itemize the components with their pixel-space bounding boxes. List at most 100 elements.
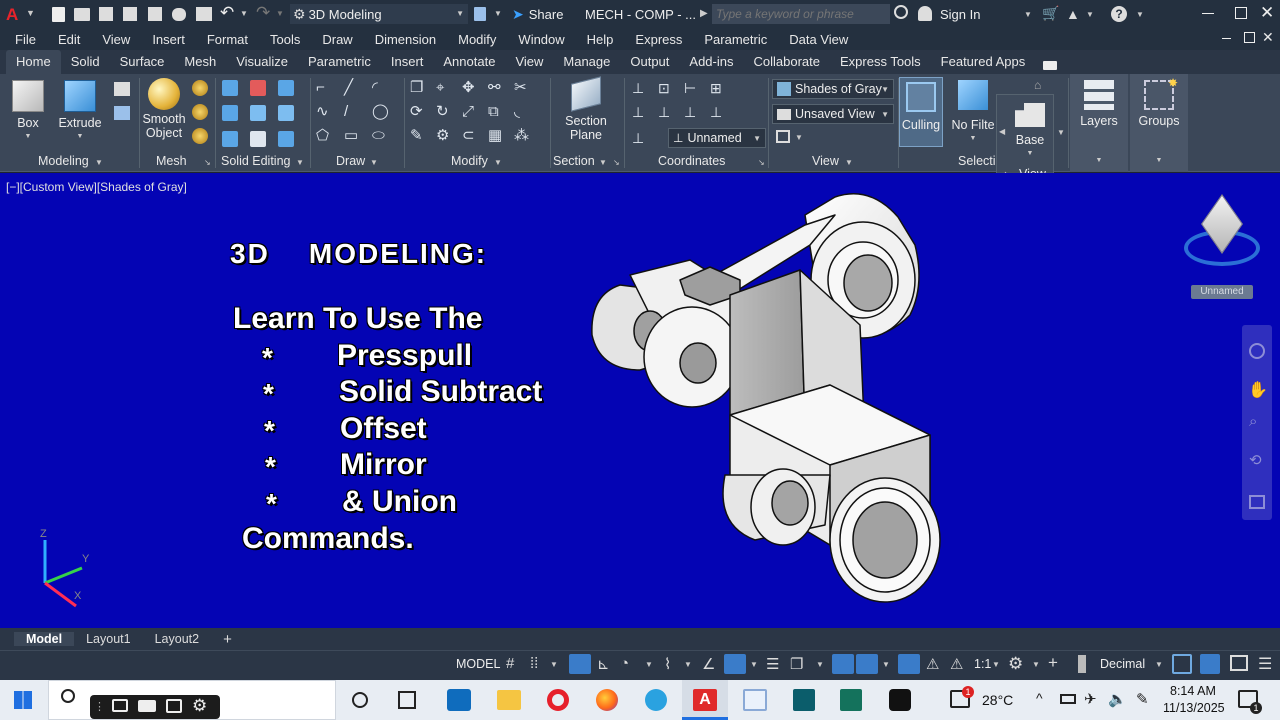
search-icon[interactable] [894,5,908,19]
thicken-icon[interactable] [278,105,294,122]
annotation-scale-value[interactable]: 1:1 [974,657,991,671]
selection-panel-label[interactable]: Selecti [958,154,996,168]
workspace-gear-icon[interactable]: ⚙ [1008,654,1023,674]
polysolid-icon[interactable] [114,82,130,96]
mesh-panel-label[interactable]: Mesh [156,154,187,168]
minimize-icon[interactable] [1202,13,1214,14]
windows-start-icon[interactable] [14,691,32,709]
settings-gear-icon[interactable]: ⚙ [192,696,207,716]
autodesk-app-icon[interactable]: ▲ [1066,6,1080,22]
saved-view-dropdown[interactable]: Unsaved View ▼ [772,104,894,124]
viewcube-ucs-menu[interactable]: Unnamed [1191,285,1253,299]
erase-icon[interactable]: ✎ [410,128,428,144]
draw-chevron-icon[interactable]: ▼ [370,158,378,167]
rotate-icon[interactable]: ↻ [436,104,454,120]
plot-icon[interactable] [196,7,212,21]
viewport-controls-label[interactable]: [−][Custom View][Shades of Gray] [6,180,187,194]
3d-solid-model[interactable] [580,185,960,620]
showmotion-icon[interactable] [1249,495,1265,509]
coordinates-panel-label[interactable]: Coordinates [658,154,725,168]
rectangle-icon[interactable]: ▭ [344,128,366,144]
subtract-icon[interactable] [250,80,266,96]
app-teal-icon[interactable] [793,689,815,711]
video-icon[interactable] [138,700,156,712]
extract-edges-icon[interactable] [222,130,238,147]
menu-express[interactable]: Express [624,32,693,47]
battery-icon[interactable] [1060,694,1076,704]
app-menu-chevron-icon[interactable]: ▼ [26,8,35,18]
tab-surface[interactable]: Surface [110,50,175,74]
menu-parametric[interactable]: Parametric [693,32,778,47]
object-snap-icon[interactable] [724,654,746,674]
temperature-text[interactable]: 28°C [982,692,1013,708]
doc-close-icon[interactable]: ✕ [1262,29,1274,46]
trim-icon[interactable]: ✂ [514,80,532,96]
scale-icon[interactable]: ⤢ [462,104,480,120]
layer-arrow-icon[interactable]: ⌂ [1034,78,1041,92]
tab-home[interactable]: Home [6,50,61,74]
ucs-dynamic-dropdown-icon[interactable]: ▼ [882,660,890,669]
tray-overflow-icon[interactable]: ^ [1036,690,1043,706]
network-icon[interactable]: ✈ [1084,690,1097,708]
close-icon[interactable]: ✕ [1260,3,1274,23]
volume-icon[interactable]: 🔈 [1108,690,1127,708]
menu-tools[interactable]: Tools [259,32,311,47]
tab-view[interactable]: View [505,50,553,74]
web-mobile-icon[interactable] [148,7,162,21]
save-as-icon[interactable] [123,7,137,21]
explode-icon[interactable]: ⁂ [514,128,532,144]
modeling-panel-label[interactable]: Modeling [38,154,89,168]
presspull-icon[interactable] [114,106,130,120]
polygon-icon[interactable]: ⬠ [316,128,338,144]
box-button[interactable]: Box ▼ [8,80,48,144]
menu-insert[interactable]: Insert [141,32,196,47]
separate-icon[interactable] [278,130,294,147]
polar-dropdown-icon[interactable]: ▼ [645,660,653,669]
app-dropdown-icon[interactable]: ▼ [1086,10,1094,19]
camera-icon[interactable] [112,699,128,712]
pen-icon[interactable]: ✎ [1136,690,1149,708]
title-arrow-icon[interactable]: ▶ [700,8,708,19]
workspace-panel-icon[interactable] [474,7,486,21]
clock-date[interactable]: 11/13/2025 [1163,701,1225,715]
doc-minimize-icon[interactable] [1222,38,1231,39]
viewport-config-icon[interactable] [776,130,790,143]
rotate-3d-icon[interactable]: ⟳ [410,104,428,120]
snap-dropdown-icon[interactable]: ▼ [550,660,558,669]
circle-icon[interactable]: ◯ [372,104,394,120]
smooth-object-button[interactable]: Smooth Object [140,78,188,140]
selection-cycling-icon[interactable] [856,654,878,674]
section-launcher-icon[interactable]: ↘ [613,158,620,167]
move-3d-icon[interactable]: ⌖ [436,80,454,96]
fillet-edge-icon[interactable] [250,130,266,147]
app-capcut-icon[interactable] [889,689,911,711]
lineweight-icon[interactable]: ☰ [766,655,779,673]
help-icon[interactable]: ? [1111,6,1127,22]
tab-express-tools[interactable]: Express Tools [830,50,931,74]
mesh-panel-launcher-icon[interactable]: ↘ [204,158,211,167]
visual-style-dropdown[interactable]: Shades of Gray ▼ [772,79,894,99]
mesh-refine-icon[interactable] [192,80,208,96]
tab-add-ins[interactable]: Add-ins [679,50,743,74]
transparency-icon[interactable]: ❐ [790,655,803,673]
open-file-icon[interactable] [74,8,90,21]
arc-icon[interactable]: ◜ [372,80,394,96]
tab-featured-apps[interactable]: Featured Apps [931,50,1036,74]
telegram-icon[interactable] [645,689,667,711]
mesh-smooth-more-icon[interactable] [192,104,208,120]
tab-output[interactable]: Output [620,50,679,74]
view-chevron-icon[interactable]: ▼ [845,158,853,167]
tab-layout1[interactable]: Layout1 [74,632,142,646]
ucs-world-icon[interactable]: ⊡ [658,80,676,96]
sign-in-dropdown-icon[interactable]: ▼ [1024,10,1032,19]
workspace-gear-dropdown-icon[interactable]: ▼ [1032,660,1040,669]
redo-icon[interactable]: ↷ [256,3,270,23]
steering-wheel-icon[interactable] [1249,343,1265,359]
firefox-icon[interactable] [596,689,618,711]
scale-dropdown-icon[interactable]: ▼ [992,660,1000,669]
ellipse-icon[interactable]: ⬭ [372,128,394,144]
ucs-origin-icon[interactable]: ⊢ [684,80,702,96]
tab-insert[interactable]: Insert [381,50,434,74]
orbit-icon[interactable]: ⟲ [1249,451,1262,469]
redo-dropdown-icon[interactable]: ▼ [276,9,284,18]
